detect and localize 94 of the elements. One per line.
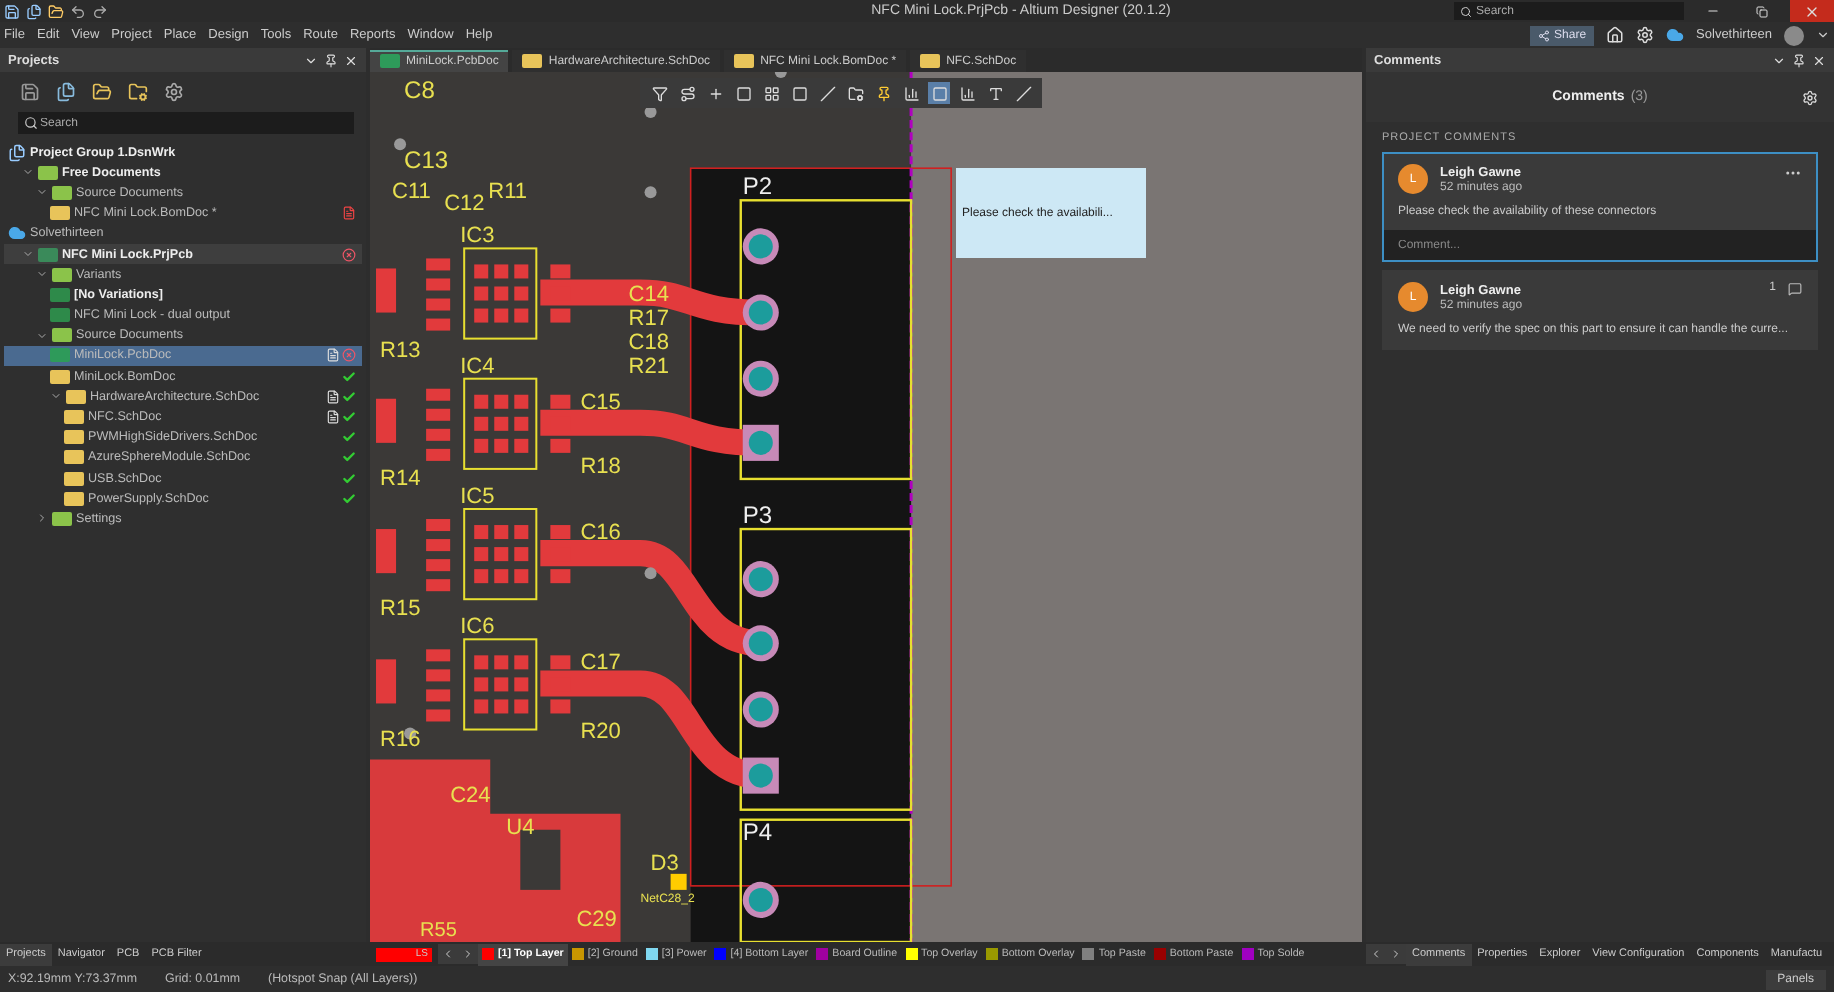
designator-label: IC4 bbox=[460, 354, 495, 379]
next-button[interactable] bbox=[458, 944, 478, 964]
designator-label: R55 bbox=[420, 920, 457, 942]
designator-label: R21 bbox=[628, 354, 669, 379]
folder-icon[interactable] bbox=[92, 82, 112, 102]
designator-label: C11 bbox=[392, 180, 431, 205]
chart-button[interactable] bbox=[956, 82, 978, 104]
chart-button[interactable] bbox=[900, 82, 922, 104]
designator-label: C14 bbox=[628, 282, 669, 307]
designator-label: C18 bbox=[628, 330, 669, 355]
save-icon[interactable] bbox=[4, 3, 20, 19]
designator-label: C17 bbox=[580, 651, 621, 676]
redo-icon[interactable] bbox=[92, 3, 108, 19]
line-button[interactable] bbox=[816, 82, 838, 104]
board-icon bbox=[50, 348, 70, 363]
dropdown-icon[interactable] bbox=[1772, 53, 1786, 67]
close-icon[interactable] bbox=[1812, 53, 1826, 67]
square-icon bbox=[931, 85, 947, 101]
settings-icon[interactable] bbox=[164, 82, 184, 102]
chart-icon bbox=[959, 85, 975, 101]
designator-label: R13 bbox=[380, 338, 421, 363]
designator-label: R15 bbox=[380, 597, 421, 622]
workspace-icon bbox=[8, 143, 26, 162]
minimize-icon bbox=[1705, 4, 1719, 18]
designator-label: C16 bbox=[580, 521, 621, 546]
line-icon bbox=[1015, 85, 1031, 101]
avatar[interactable] bbox=[1784, 25, 1804, 45]
cloud-icon bbox=[1666, 26, 1685, 44]
restore-icon bbox=[1756, 5, 1768, 17]
text-button[interactable] bbox=[984, 82, 1006, 104]
route-button[interactable] bbox=[676, 82, 698, 104]
grid-button[interactable] bbox=[760, 82, 782, 104]
dropdown-icon[interactable] bbox=[304, 53, 318, 67]
connector-label: P3 bbox=[742, 501, 773, 530]
folder-icon bbox=[52, 511, 72, 526]
designator-label: R14 bbox=[380, 466, 421, 491]
filter-icon bbox=[651, 85, 667, 101]
line-button[interactable] bbox=[1012, 82, 1034, 104]
chart-icon bbox=[903, 85, 919, 101]
square-icon bbox=[791, 85, 807, 101]
document-icon bbox=[50, 206, 70, 221]
save-all-icon[interactable] bbox=[26, 3, 42, 19]
designator-label: C15 bbox=[580, 390, 621, 415]
folder-icon bbox=[52, 267, 72, 282]
designator-label: IC6 bbox=[460, 615, 495, 640]
pin-icon[interactable] bbox=[324, 53, 338, 67]
plus-icon bbox=[707, 85, 723, 101]
rectangle-icon bbox=[735, 85, 751, 101]
folder-icon bbox=[52, 328, 72, 343]
connector-label: P4 bbox=[742, 817, 773, 846]
designator-label: R16 bbox=[380, 727, 421, 752]
route-icon bbox=[679, 85, 695, 101]
folder-icon[interactable] bbox=[48, 3, 64, 19]
filter-button[interactable] bbox=[648, 82, 670, 104]
document-icon bbox=[734, 54, 755, 68]
designator-label: C24 bbox=[450, 783, 491, 808]
designator-label: R18 bbox=[580, 454, 621, 479]
grid-icon bbox=[763, 85, 779, 101]
connector-label: P2 bbox=[742, 172, 773, 201]
square-button[interactable] bbox=[788, 82, 810, 104]
chat-icon bbox=[1788, 282, 1802, 296]
pin-icon bbox=[875, 85, 891, 101]
designator-label: D3 bbox=[650, 851, 679, 876]
close-icon[interactable] bbox=[344, 53, 358, 67]
search-icon bbox=[24, 116, 38, 130]
previous-button[interactable] bbox=[438, 944, 458, 964]
pin-icon[interactable] bbox=[1792, 53, 1806, 67]
caret-icon[interactable] bbox=[1816, 28, 1830, 42]
cloud-icon bbox=[8, 224, 26, 243]
designator-label: C29 bbox=[576, 907, 617, 932]
board-icon bbox=[38, 247, 58, 262]
document-icon bbox=[920, 54, 941, 68]
board-icon bbox=[380, 54, 400, 68]
folder-settings-icon[interactable] bbox=[128, 82, 148, 102]
line-icon bbox=[819, 85, 835, 101]
home-icon[interactable] bbox=[1606, 26, 1625, 44]
designator-label: IC5 bbox=[460, 485, 495, 509]
search-icon bbox=[1460, 5, 1472, 17]
designator-label: R20 bbox=[580, 719, 621, 744]
designator-label: IC3 bbox=[460, 224, 495, 249]
undo-icon[interactable] bbox=[70, 3, 86, 19]
designator-label: C12 bbox=[444, 192, 485, 217]
designator-label: C13 bbox=[404, 146, 449, 175]
rectangle-button[interactable] bbox=[732, 82, 754, 104]
designator-label: R11 bbox=[488, 180, 527, 205]
text-icon bbox=[987, 85, 1003, 101]
close-icon bbox=[1804, 3, 1820, 19]
share-icon bbox=[1538, 29, 1551, 41]
previous-button[interactable] bbox=[1366, 944, 1386, 964]
document-icon bbox=[522, 54, 543, 68]
save-icon[interactable] bbox=[20, 82, 40, 102]
designator-label: R17 bbox=[628, 306, 669, 331]
designator-label: U4 bbox=[506, 815, 535, 840]
designator-label: C8 bbox=[404, 76, 435, 105]
